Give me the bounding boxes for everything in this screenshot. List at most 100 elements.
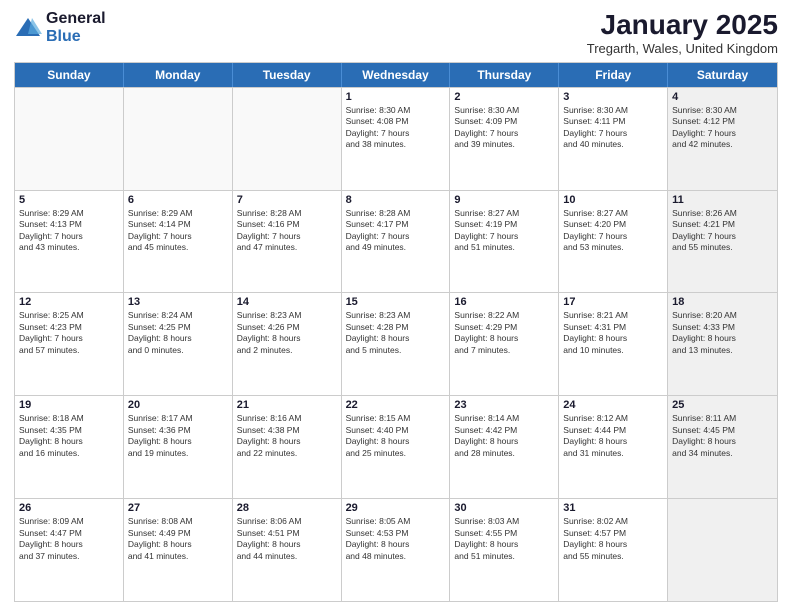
day-number: 13 (128, 296, 228, 308)
cell-text: Sunrise: 8:05 AM Sunset: 4:53 PM Dayligh… (346, 516, 446, 562)
calendar-cell: 11 Sunrise: 8:26 AM Sunset: 4:21 PM Dayli… (668, 191, 777, 293)
calendar-cell: 3 Sunrise: 8:30 AM Sunset: 4:11 PM Daylig… (559, 88, 668, 190)
day-number: 20 (128, 399, 228, 411)
day-number: 2 (454, 91, 554, 103)
day-number: 17 (563, 296, 663, 308)
calendar-cell: 30Sunrise: 8:03 AM Sunset: 4:55 PM Dayli… (450, 499, 559, 601)
calendar-cell: 4 Sunrise: 8:30 AM Sunset: 4:12 PM Daylig… (668, 88, 777, 190)
cell-text: Sunrise: 8:18 AM Sunset: 4:35 PM Dayligh… (19, 413, 119, 459)
day-number: 9 (454, 194, 554, 206)
day-number: 18 (672, 296, 773, 308)
calendar-cell (15, 88, 124, 190)
day-number: 15 (346, 296, 446, 308)
calendar-cell: 7Sunrise: 8:28 AM Sunset: 4:16 PM Daylig… (233, 191, 342, 293)
calendar-cell: 6 Sunrise: 8:29 AM Sunset: 4:14 PM Daylig… (124, 191, 233, 293)
calendar-cell: 2 Sunrise: 8:30 AM Sunset: 4:09 PM Daylig… (450, 88, 559, 190)
calendar-row: 26 Sunrise: 8:09 AM Sunset: 4:47 PM Dayli… (15, 498, 777, 601)
cell-text: Sunrise: 8:27 AM Sunset: 4:20 PM Dayligh… (563, 208, 663, 254)
day-number: 8 (346, 194, 446, 206)
cell-text: Sunrise: 8:23 AM Sunset: 4:28 PM Dayligh… (346, 310, 446, 356)
calendar-cell: 27Sunrise: 8:08 AM Sunset: 4:49 PM Dayli… (124, 499, 233, 601)
cell-text: Sunrise: 8:30 AM Sunset: 4:09 PM Dayligh… (454, 105, 554, 151)
weekday-header: Wednesday (342, 63, 451, 87)
cell-text: Sunrise: 8:30 AM Sunset: 4:11 PM Dayligh… (563, 105, 663, 151)
cell-text: Sunrise: 8:21 AM Sunset: 4:31 PM Dayligh… (563, 310, 663, 356)
header: General Blue January 2025 Tregarth, Wale… (14, 10, 778, 56)
cell-text: Sunrise: 8:12 AM Sunset: 4:44 PM Dayligh… (563, 413, 663, 459)
calendar-cell: 28 Sunrise: 8:06 AM Sunset: 4:51 PM Dayli… (233, 499, 342, 601)
calendar-body: 1 Sunrise: 8:30 AM Sunset: 4:08 PM Daylig… (15, 87, 777, 601)
day-number: 16 (454, 296, 554, 308)
weekday-header: Friday (559, 63, 668, 87)
day-number: 10 (563, 194, 663, 206)
calendar-cell: 14 Sunrise: 8:23 AM Sunset: 4:26 PM Dayli… (233, 293, 342, 395)
day-number: 6 (128, 194, 228, 206)
calendar-cell: 25Sunrise: 8:11 AM Sunset: 4:45 PM Dayli… (668, 396, 777, 498)
calendar-cell: 12 Sunrise: 8:25 AM Sunset: 4:23 PM Dayli… (15, 293, 124, 395)
calendar-cell: 20 Sunrise: 8:17 AM Sunset: 4:36 PM Dayli… (124, 396, 233, 498)
calendar-cell: 18 Sunrise: 8:20 AM Sunset: 4:33 PM Dayli… (668, 293, 777, 395)
logo-icon (14, 14, 42, 42)
day-number: 12 (19, 296, 119, 308)
cell-text: Sunrise: 8:25 AM Sunset: 4:23 PM Dayligh… (19, 310, 119, 356)
logo-general: General (46, 10, 106, 28)
calendar-cell: 10 Sunrise: 8:27 AM Sunset: 4:20 PM Dayli… (559, 191, 668, 293)
logo-blue: Blue (46, 28, 106, 46)
calendar-header: SundayMondayTuesdayWednesdayThursdayFrid… (15, 63, 777, 87)
cell-text: Sunrise: 8:29 AM Sunset: 4:14 PM Dayligh… (128, 208, 228, 254)
cell-text: Sunrise: 8:29 AM Sunset: 4:13 PM Dayligh… (19, 208, 119, 254)
calendar-row: 1 Sunrise: 8:30 AM Sunset: 4:08 PM Daylig… (15, 87, 777, 190)
day-number: 25 (672, 399, 773, 411)
day-number: 7 (237, 194, 337, 206)
day-number: 3 (563, 91, 663, 103)
day-number: 14 (237, 296, 337, 308)
calendar-cell: 19 Sunrise: 8:18 AM Sunset: 4:35 PM Dayli… (15, 396, 124, 498)
cell-text: Sunrise: 8:30 AM Sunset: 4:12 PM Dayligh… (672, 105, 773, 151)
weekday-header: Thursday (450, 63, 559, 87)
calendar-cell: 15 Sunrise: 8:23 AM Sunset: 4:28 PM Dayli… (342, 293, 451, 395)
calendar-row: 12 Sunrise: 8:25 AM Sunset: 4:23 PM Dayli… (15, 292, 777, 395)
calendar-cell: 9 Sunrise: 8:27 AM Sunset: 4:19 PM Daylig… (450, 191, 559, 293)
calendar-cell (668, 499, 777, 601)
page: General Blue January 2025 Tregarth, Wale… (0, 0, 792, 612)
cell-text: Sunrise: 8:26 AM Sunset: 4:21 PM Dayligh… (672, 208, 773, 254)
day-number: 11 (672, 194, 773, 206)
weekday-header: Tuesday (233, 63, 342, 87)
calendar-row: 19 Sunrise: 8:18 AM Sunset: 4:35 PM Dayli… (15, 395, 777, 498)
cell-text: Sunrise: 8:14 AM Sunset: 4:42 PM Dayligh… (454, 413, 554, 459)
day-number: 24 (563, 399, 663, 411)
calendar-cell: 24 Sunrise: 8:12 AM Sunset: 4:44 PM Dayli… (559, 396, 668, 498)
cell-text: Sunrise: 8:09 AM Sunset: 4:47 PM Dayligh… (19, 516, 119, 562)
cell-text: Sunrise: 8:27 AM Sunset: 4:19 PM Dayligh… (454, 208, 554, 254)
calendar-cell: 13 Sunrise: 8:24 AM Sunset: 4:25 PM Dayli… (124, 293, 233, 395)
calendar-cell: 21Sunrise: 8:16 AM Sunset: 4:38 PM Dayli… (233, 396, 342, 498)
calendar-cell: 26 Sunrise: 8:09 AM Sunset: 4:47 PM Dayli… (15, 499, 124, 601)
cell-text: Sunrise: 8:24 AM Sunset: 4:25 PM Dayligh… (128, 310, 228, 356)
day-number: 26 (19, 502, 119, 514)
calendar-cell: 1 Sunrise: 8:30 AM Sunset: 4:08 PM Daylig… (342, 88, 451, 190)
cell-text: Sunrise: 8:20 AM Sunset: 4:33 PM Dayligh… (672, 310, 773, 356)
cell-text: Sunrise: 8:16 AM Sunset: 4:38 PM Dayligh… (237, 413, 337, 459)
cell-text: Sunrise: 8:06 AM Sunset: 4:51 PM Dayligh… (237, 516, 337, 562)
weekday-header: Sunday (15, 63, 124, 87)
cell-text: Sunrise: 8:23 AM Sunset: 4:26 PM Dayligh… (237, 310, 337, 356)
calendar-cell: 23Sunrise: 8:14 AM Sunset: 4:42 PM Dayli… (450, 396, 559, 498)
cell-text: Sunrise: 8:08 AM Sunset: 4:49 PM Dayligh… (128, 516, 228, 562)
day-number: 28 (237, 502, 337, 514)
logo-text: General Blue (46, 10, 106, 45)
day-number: 19 (19, 399, 119, 411)
weekday-header: Monday (124, 63, 233, 87)
logo: General Blue (14, 10, 106, 45)
cell-text: Sunrise: 8:30 AM Sunset: 4:08 PM Dayligh… (346, 105, 446, 151)
calendar-cell: 16Sunrise: 8:22 AM Sunset: 4:29 PM Dayli… (450, 293, 559, 395)
calendar-cell: 8Sunrise: 8:28 AM Sunset: 4:17 PM Daylig… (342, 191, 451, 293)
day-number: 4 (672, 91, 773, 103)
day-number: 1 (346, 91, 446, 103)
calendar: SundayMondayTuesdayWednesdayThursdayFrid… (14, 62, 778, 602)
cell-text: Sunrise: 8:15 AM Sunset: 4:40 PM Dayligh… (346, 413, 446, 459)
cell-text: Sunrise: 8:17 AM Sunset: 4:36 PM Dayligh… (128, 413, 228, 459)
month-title: January 2025 (587, 10, 778, 41)
title-area: January 2025 Tregarth, Wales, United Kin… (587, 10, 778, 56)
calendar-row: 5Sunrise: 8:29 AM Sunset: 4:13 PM Daylig… (15, 190, 777, 293)
cell-text: Sunrise: 8:02 AM Sunset: 4:57 PM Dayligh… (563, 516, 663, 562)
